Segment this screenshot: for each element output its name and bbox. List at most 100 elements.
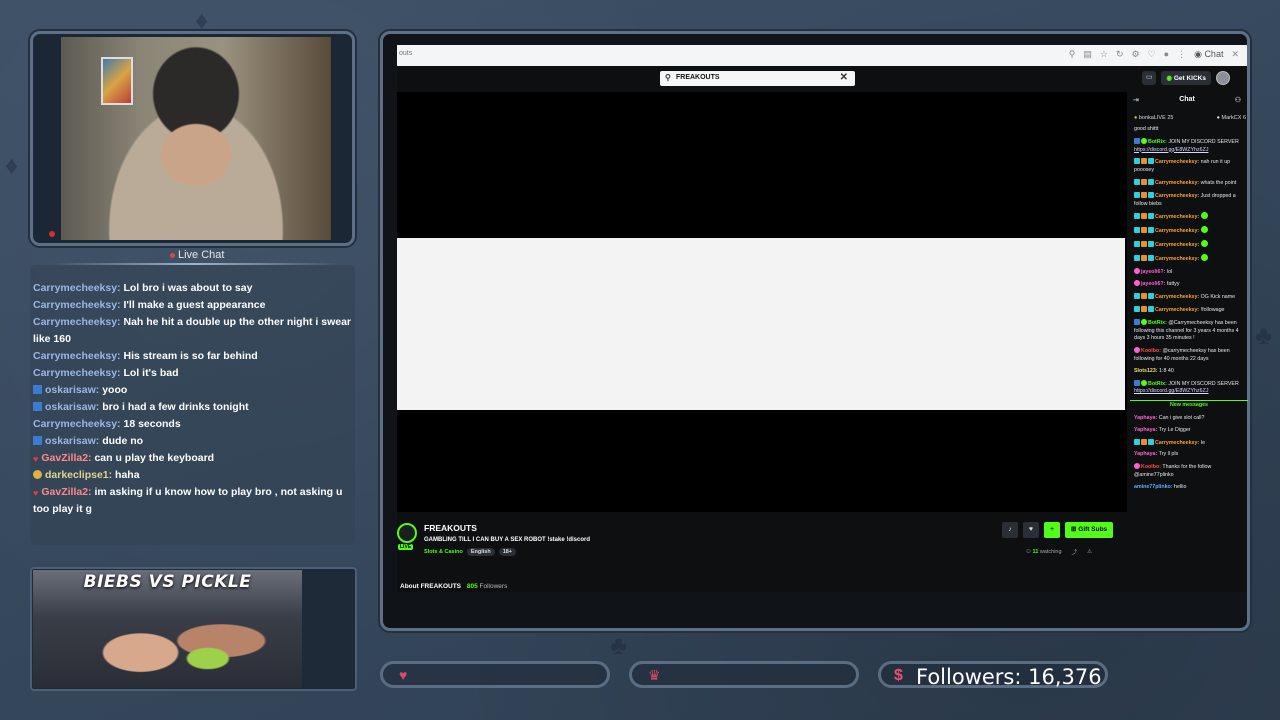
chat-message: Koolbo: Thanks for the follow @amine77pl… xyxy=(1134,463,1244,480)
chat-text: dude no xyxy=(102,435,144,447)
gift-subs-button[interactable]: ⊞ Gift Subs xyxy=(1065,522,1114,538)
menu-icon[interactable]: ⋮ xyxy=(1177,49,1186,60)
refresh-icon[interactable]: ↻ xyxy=(1116,49,1124,60)
chat-username[interactable]: Carrymecheeksy: xyxy=(1155,159,1199,165)
live-chat-line: oskarisaw: bro i had a few drinks tonigh… xyxy=(33,399,351,416)
discord-link[interactable]: https://discord.gg/E8WZYhz6ZJ xyxy=(1134,388,1208,394)
chat-username[interactable]: Carrymecheeksy: xyxy=(1155,242,1199,248)
chat-badge-icon xyxy=(1134,305,1140,312)
chat-badge-icon xyxy=(1134,438,1140,445)
search-input[interactable]: ⚲ FREAKOUTS ✕ xyxy=(660,71,855,86)
tab-icon[interactable]: ▤ xyxy=(1083,49,1092,60)
chat-username[interactable]: Yaphaya: xyxy=(1134,451,1157,457)
bookmark-icon[interactable]: ♡ xyxy=(1148,49,1156,60)
star-icon[interactable]: ☆ xyxy=(1100,49,1108,60)
report-icon[interactable]: ⚠ xyxy=(1087,549,1092,555)
chat-badge-icon xyxy=(1134,137,1140,144)
chat-username[interactable]: Carrymecheeksy: xyxy=(1155,228,1199,234)
chat-username[interactable]: BotRix: xyxy=(1148,139,1167,145)
get-kicks-button[interactable]: ◉ Get KICKs xyxy=(1161,71,1211,85)
chat-username[interactable]: BotRix: xyxy=(1148,381,1167,387)
user-avatar[interactable] xyxy=(1216,71,1230,85)
chat-text: I'll make a guest appearance xyxy=(123,299,266,311)
followers-counter: Followers: 16,376 xyxy=(916,665,1102,689)
chat-users-icon[interactable]: ⚇ xyxy=(1235,96,1241,104)
chat-badge-icon xyxy=(1148,240,1154,247)
streamer-avatar[interactable] xyxy=(397,523,417,543)
subscribe-button[interactable]: + xyxy=(1044,522,1060,538)
chat-title: Chat xyxy=(1179,96,1195,103)
chat-badge-icon xyxy=(1148,191,1154,198)
chat-username[interactable]: Yaphaya: xyxy=(1134,427,1157,433)
chat-message: Yaphaya: Try Le Digger xyxy=(1134,427,1244,435)
close-window-icon[interactable]: ✕ xyxy=(1231,49,1239,60)
clear-search-icon[interactable]: ✕ xyxy=(840,72,848,83)
streamer-name[interactable]: FREAKOUTS xyxy=(424,523,477,533)
chat-text: Lol it's bad xyxy=(123,367,179,379)
chat-username[interactable]: Slots123: xyxy=(1134,368,1158,374)
chat-message: BotRix: JOIN MY DISCORD SERVER https://di… xyxy=(1134,379,1244,397)
video-white-frame xyxy=(397,238,1125,410)
age-tag[interactable]: 18+ xyxy=(498,548,517,556)
notification-bell-icon[interactable]: ♪ xyxy=(1002,522,1018,538)
search-value: FREAKOUTS xyxy=(676,74,720,81)
live-chat-line: oskarisaw: yooo xyxy=(33,382,351,399)
crown-icon: ♛ xyxy=(648,667,661,683)
chat-message: BotRix: JOIN MY DISCORD SERVER https://di… xyxy=(1134,137,1244,155)
chat-badge-icon xyxy=(1141,318,1147,325)
live-chat-messages: Carrymecheeksy: Lol bro i was about to s… xyxy=(33,280,351,518)
extensions-icon[interactable]: ⚙ xyxy=(1131,49,1139,60)
chat-badge-icon xyxy=(1148,305,1154,312)
user-badge-icon xyxy=(33,385,42,394)
chat-username[interactable]: amine77plinko: xyxy=(1134,484,1173,490)
chat-username[interactable]: Carrymecheeksy: xyxy=(1155,307,1199,313)
chat-username[interactable]: Carrymecheeksy: xyxy=(1155,214,1199,220)
chat-username[interactable]: Carrymecheeksy: xyxy=(1155,193,1199,199)
chat-username[interactable]: BotRix: xyxy=(1148,320,1167,326)
chat-username[interactable]: Carrymecheeksy: xyxy=(1155,440,1199,446)
chat-text: 1:8 40 xyxy=(1159,367,1174,374)
zoom-icon[interactable]: ⚲ xyxy=(1069,49,1076,60)
chat-username[interactable]: Carrymecheeksy: xyxy=(1155,294,1199,300)
chat-username[interactable]: Koolbo: xyxy=(1141,464,1161,470)
heart-badge-icon: ♥ xyxy=(33,454,39,464)
chat-badge-icon xyxy=(1134,178,1140,185)
chat-badge-icon xyxy=(1134,213,1140,220)
chat-text: JOIN MY DISCORD SERVER xyxy=(1168,380,1239,387)
chat-username[interactable]: jayeoli6?: xyxy=(1141,281,1165,287)
chat-username[interactable]: Yaphaya: xyxy=(1134,415,1157,421)
chat-username[interactable]: Carrymecheeksy: xyxy=(1155,256,1199,262)
chat-username[interactable]: Carrymecheeksy: xyxy=(1155,180,1199,186)
chat-username: Carrymecheeksy: xyxy=(33,367,121,379)
chat-badge-icon xyxy=(1134,347,1140,354)
gifter-name[interactable]: bonkaLIVE xyxy=(1139,115,1166,121)
new-messages-divider[interactable]: New messages xyxy=(1130,400,1248,411)
stream-title: GAMBLING TILL I CAN BUY A SEX ROBOT !sta… xyxy=(424,537,591,543)
kick-chat-messages: good shittt BotRix: JOIN MY DISCORD SERV… xyxy=(1130,126,1248,496)
chat-text: whats the point xyxy=(1200,179,1237,186)
follow-heart-icon[interactable]: ♥ xyxy=(1023,522,1039,538)
card-suit-decoration: ♣ xyxy=(1255,320,1273,350)
chat-text: haha xyxy=(115,469,140,481)
chat-text: Try Le Digger xyxy=(1158,426,1191,433)
collapse-chat-icon[interactable]: ⇥ xyxy=(1133,96,1139,104)
gifter-count: 6 xyxy=(1242,115,1246,121)
gifter-name[interactable]: MarkCX xyxy=(1222,115,1242,121)
subs-bar: ♛ xyxy=(629,661,859,688)
heart-badge-icon: ♥ xyxy=(33,488,39,498)
browser-chat-button[interactable]: ◉ Chat xyxy=(1194,49,1223,60)
gifter-count: 25 xyxy=(1167,115,1174,121)
chat-username[interactable]: jayeoli6?: xyxy=(1141,269,1165,275)
chat-badge-icon xyxy=(1134,254,1140,261)
webcam-frame xyxy=(30,31,355,246)
discord-link[interactable]: https://discord.gg/E8WZYhz6ZJ xyxy=(1134,147,1208,153)
chat-username: GavZilla2: xyxy=(41,486,92,498)
share-icon[interactable]: ⤴ xyxy=(1072,548,1078,556)
profile-icon[interactable]: ● xyxy=(1164,49,1169,60)
wallet-icon[interactable]: ▭ xyxy=(1142,71,1157,85)
url-bar[interactable]: outs xyxy=(399,50,412,57)
category-link[interactable]: Slots & Casino xyxy=(424,549,463,555)
chat-message: Carrymecheeksy: OG Kick name xyxy=(1134,293,1244,302)
language-tag[interactable]: English xyxy=(466,548,495,556)
chat-username[interactable]: Koolbo: xyxy=(1141,348,1161,354)
